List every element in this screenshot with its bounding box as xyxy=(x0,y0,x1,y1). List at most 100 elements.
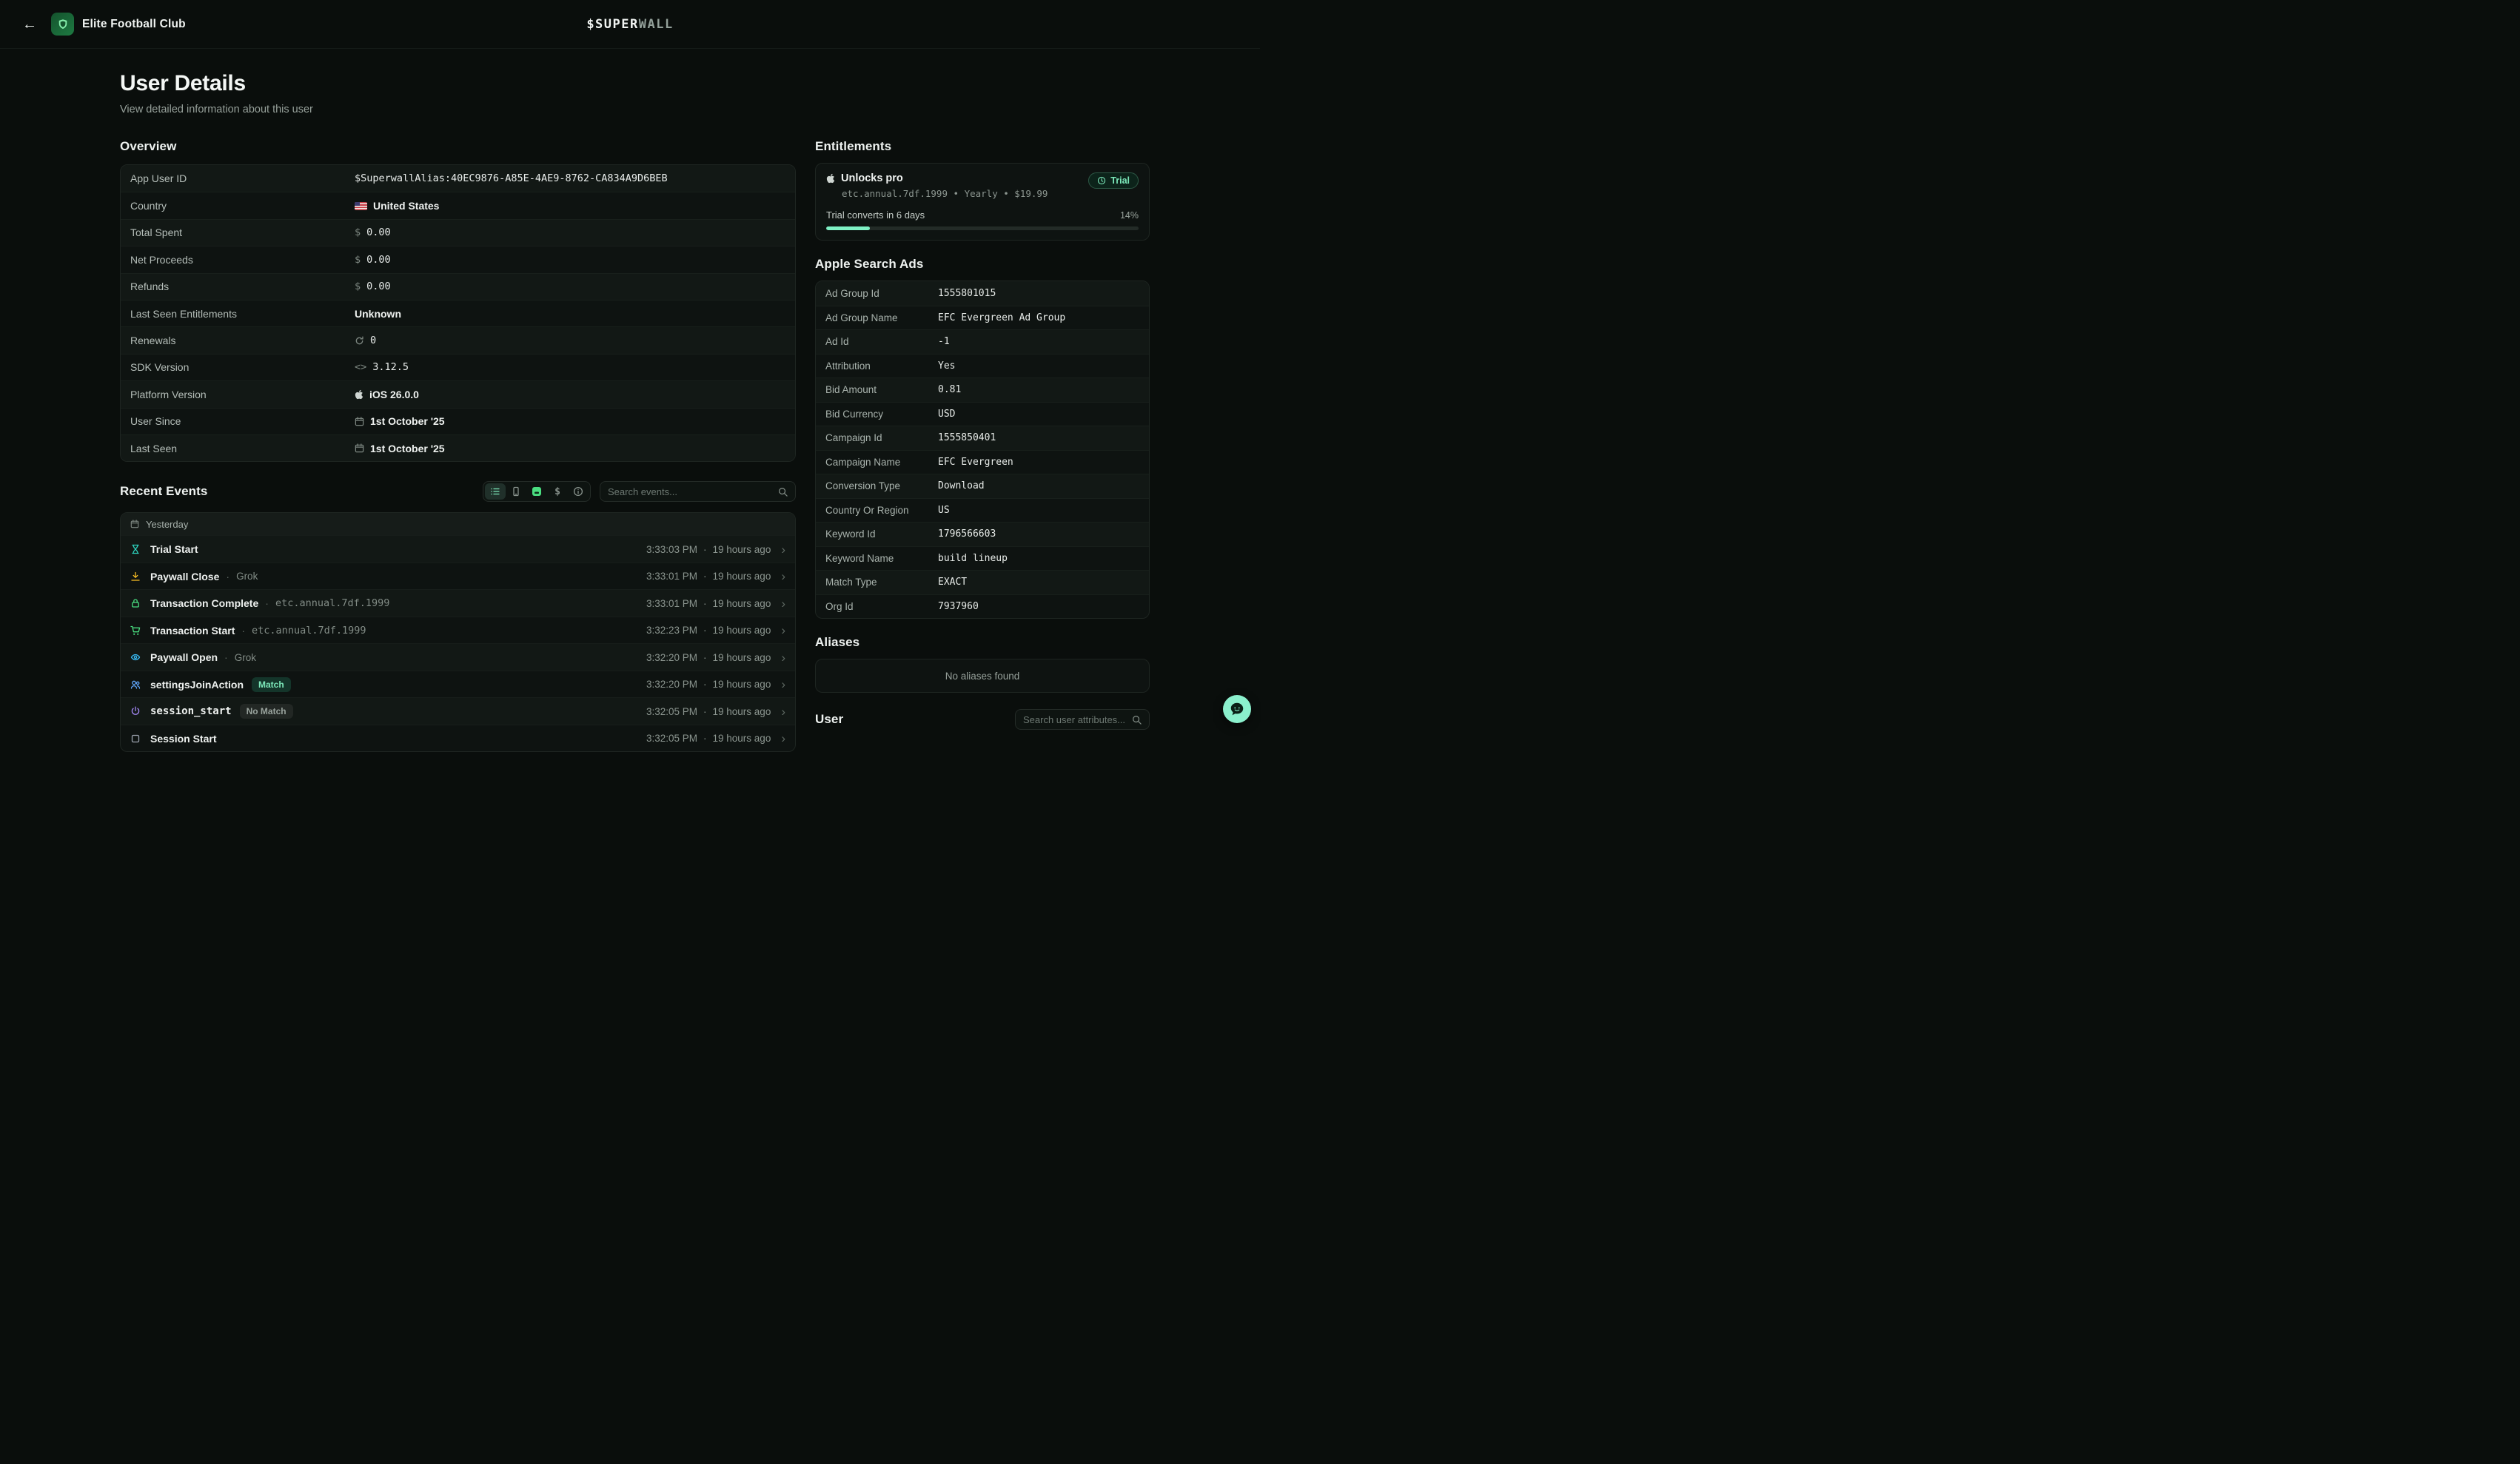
row-label: Renewals xyxy=(130,335,355,346)
event-ago: 19 hours ago xyxy=(713,679,771,690)
square-icon xyxy=(130,733,142,744)
lock-icon xyxy=(130,598,142,608)
page-title: User Details xyxy=(120,71,1260,96)
separator: · xyxy=(226,571,229,582)
filter-paywall-events-button[interactable] xyxy=(526,483,547,500)
row-value: 7937960 xyxy=(938,601,979,612)
event-row-transaction-complete[interactable]: Transaction Complete · etc.annual.7df.19… xyxy=(121,589,795,617)
event-time: 3:32:23 PM xyxy=(646,625,697,636)
event-time: 3:33:01 PM xyxy=(646,571,697,582)
event-detail: etc.annual.7df.1999 xyxy=(275,597,389,609)
logo-text-secondary: WALL xyxy=(639,17,674,32)
dollar-icon: $ xyxy=(554,486,560,497)
top-bar: ← Elite Football Club $SUPER WALL xyxy=(0,0,1260,49)
row-label: Match Type xyxy=(825,577,938,588)
trial-converts-label: Trial converts in 6 days xyxy=(826,209,925,221)
back-button[interactable]: ← xyxy=(18,14,41,35)
row-value: 0.00 xyxy=(366,226,391,238)
row-value: build lineup xyxy=(938,553,1008,564)
user-heading: User xyxy=(815,712,843,727)
event-row-settings-join-action[interactable]: settingsJoinAction Match 3:32:20 PM · 19… xyxy=(121,671,795,698)
chevron-right-icon: › xyxy=(781,543,785,556)
support-chat-button[interactable] xyxy=(1223,695,1251,723)
events-search-input[interactable] xyxy=(608,486,772,497)
row-value: US xyxy=(938,505,950,516)
code-icon: <> xyxy=(355,361,366,373)
table-row: Country United States xyxy=(121,192,795,218)
arrow-down-tray-icon xyxy=(130,571,142,582)
logo-text-primary: $SUPER xyxy=(586,17,638,32)
table-row: Conversion TypeDownload xyxy=(816,474,1149,498)
apple-icon xyxy=(355,389,363,400)
filter-all-events-button[interactable] xyxy=(485,483,506,500)
recent-events-header: Recent Events $ xyxy=(120,481,796,502)
events-search xyxy=(600,481,796,502)
event-row-trial-start[interactable]: Trial Start 3:33:03 PM · 19 hours ago › xyxy=(121,535,795,563)
filter-device-events-button[interactable] xyxy=(506,483,526,500)
recent-events-heading: Recent Events xyxy=(120,484,207,499)
event-detail: Grok xyxy=(236,571,258,582)
separator: · xyxy=(241,625,245,637)
chevron-right-icon: › xyxy=(781,705,785,718)
row-value: 1st October '25 xyxy=(370,443,445,454)
event-ago: 19 hours ago xyxy=(713,706,771,717)
row-value: $SuperwallAlias:40EC9876-A85E-4AE9-8762-… xyxy=(355,172,668,184)
row-value: 1555801015 xyxy=(938,288,996,299)
table-row: AttributionYes xyxy=(816,354,1149,378)
event-row-paywall-open[interactable]: Paywall Open · Grok 3:32:20 PM · 19 hour… xyxy=(121,643,795,671)
left-column: Overview App User ID $SuperwallAlias:40E… xyxy=(120,139,796,752)
event-row-session-start-lower[interactable]: session_start No Match 3:32:05 PM · 19 h… xyxy=(121,697,795,725)
filter-transaction-events-button[interactable]: $ xyxy=(547,483,568,500)
row-label: Attribution xyxy=(825,360,938,372)
event-row-paywall-close[interactable]: Paywall Close · Grok 3:33:01 PM · 19 hou… xyxy=(121,563,795,590)
user-attributes-search-input[interactable] xyxy=(1023,714,1126,725)
event-time: 3:32:05 PM xyxy=(646,733,697,744)
table-row: Total Spent $ 0.00 xyxy=(121,219,795,246)
event-group-label: Yesterday xyxy=(146,519,188,530)
event-name: Session Start xyxy=(150,733,216,745)
event-row-transaction-start[interactable]: Transaction Start · etc.annual.7df.1999 … xyxy=(121,617,795,644)
row-value: -1 xyxy=(938,336,950,347)
row-value: 0.81 xyxy=(938,384,961,395)
separator: · xyxy=(224,651,228,663)
table-row: Match TypeEXACT xyxy=(816,570,1149,594)
row-label: Conversion Type xyxy=(825,480,938,491)
table-row: Ad Group NameEFC Evergreen Ad Group xyxy=(816,306,1149,330)
separator: · xyxy=(703,571,707,582)
row-value: Download xyxy=(938,480,985,491)
dollar-icon: $ xyxy=(355,281,361,292)
row-label: Country Or Region xyxy=(825,505,938,516)
table-row: Keyword Namebuild lineup xyxy=(816,546,1149,571)
filter-info-events-button[interactable] xyxy=(568,483,589,500)
table-row: Renewals 0 xyxy=(121,326,795,353)
main-content: User Details View detailed information a… xyxy=(0,49,1260,752)
row-label: Country xyxy=(130,200,355,212)
row-value: 1st October '25 xyxy=(370,415,445,427)
event-name: Paywall Close xyxy=(150,571,219,582)
row-label: Refunds xyxy=(130,281,355,292)
row-label: Ad Id xyxy=(825,336,938,347)
separator: · xyxy=(703,706,707,717)
entitlement-details: etc.annual.7df.1999 • Yearly • $19.99 xyxy=(842,188,1048,199)
event-row-session-start[interactable]: Session Start 3:32:05 PM · 19 hours ago … xyxy=(121,725,795,752)
event-ago: 19 hours ago xyxy=(713,544,771,555)
row-label: Org Id xyxy=(825,601,938,612)
table-row: Last Seen Entitlements Unknown xyxy=(121,300,795,326)
event-detail: etc.annual.7df.1999 xyxy=(252,625,366,637)
trial-percent: 14% xyxy=(1120,210,1139,221)
aliases-empty-text: No aliases found xyxy=(945,671,1020,682)
clock-icon xyxy=(1097,176,1106,185)
trial-progress-bar xyxy=(826,226,1139,230)
row-label: App User ID xyxy=(130,172,355,184)
table-row: Campaign NameEFC Evergreen xyxy=(816,450,1149,474)
aliases-empty-card: No aliases found xyxy=(815,659,1150,693)
row-label: Campaign Id xyxy=(825,432,938,443)
row-label: Bid Currency xyxy=(825,409,938,420)
separator: · xyxy=(265,597,269,609)
event-ago: 19 hours ago xyxy=(713,652,771,663)
row-label: Campaign Name xyxy=(825,457,938,468)
row-label: Last Seen Entitlements xyxy=(130,308,355,320)
table-row: Bid Amount0.81 xyxy=(816,377,1149,402)
table-row: Ad Id-1 xyxy=(816,329,1149,354)
apple-icon xyxy=(826,173,835,184)
